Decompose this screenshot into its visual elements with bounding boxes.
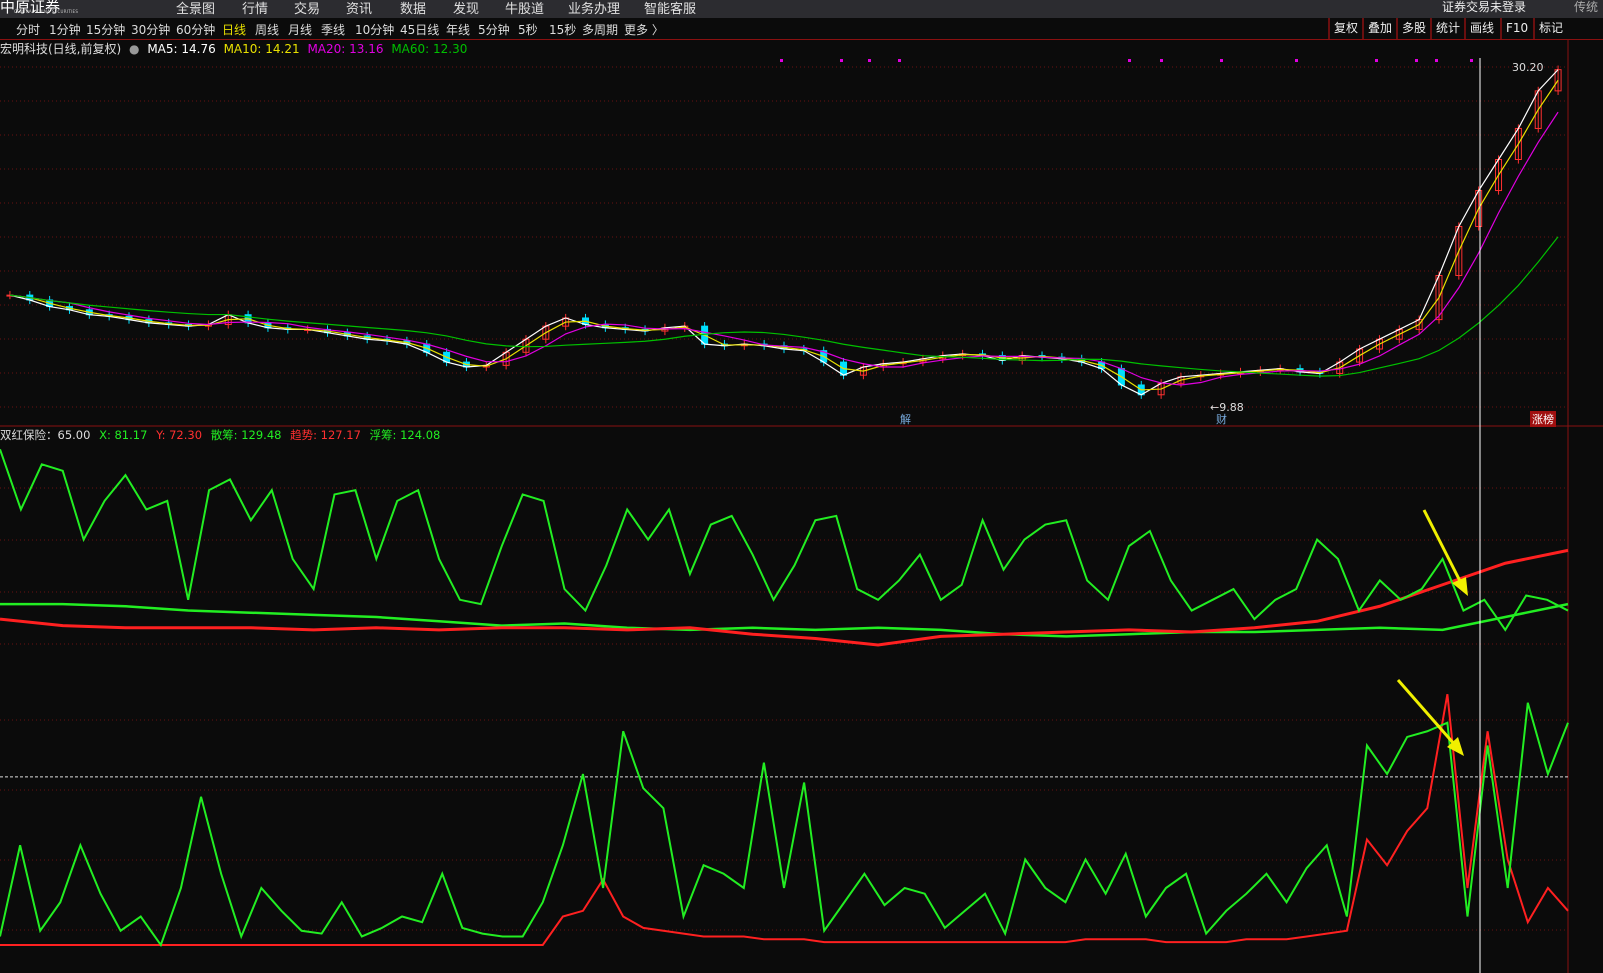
panel2-green-line (0, 702, 1569, 948)
indicator-qushi: 趋势: 127.17 (290, 428, 361, 442)
indicator-sanchou: 散筹: 129.48 (210, 428, 282, 442)
indicator-info-line: 双红保险：65.00 X: 81.17 Y: 72.30 散筹: 129.48 … (0, 427, 445, 443)
price-high-label: 30.20 (1512, 61, 1544, 74)
panel1-red-line (0, 548, 1569, 647)
indicator-name[interactable]: 双红保险：65.00 (0, 428, 90, 442)
signal-dot (1375, 59, 1378, 62)
signal-dot (898, 59, 901, 62)
panel2-red-line (0, 694, 1569, 946)
event-marker-cai[interactable]: 财 (1216, 411, 1227, 427)
ma60-line (9, 236, 1559, 377)
signal-dot (1470, 59, 1473, 62)
yellow-arrow-icon (1396, 679, 1457, 746)
signal-dot (1295, 59, 1298, 62)
yellow-arrow-icon (1422, 509, 1464, 586)
event-marker-jie[interactable]: 解 (900, 411, 911, 427)
signal-dot (868, 59, 871, 62)
signal-dot (780, 59, 783, 62)
panel1-flat-green-line (0, 602, 1569, 638)
signal-dot (840, 59, 843, 62)
limit-up-marker[interactable]: 涨榜 (1530, 411, 1556, 427)
indicator-fuchou: 浮筹: 124.08 (369, 428, 441, 442)
signal-dot (1160, 59, 1163, 62)
signal-dot (1435, 59, 1438, 62)
signal-dot (1220, 59, 1223, 62)
indicator-x: X: 81.17 (99, 428, 148, 442)
chart-canvas[interactable] (0, 0, 1603, 973)
signal-dot (1415, 59, 1418, 62)
signal-dot (1128, 59, 1131, 62)
indicator-y: Y: 72.30 (156, 428, 203, 442)
